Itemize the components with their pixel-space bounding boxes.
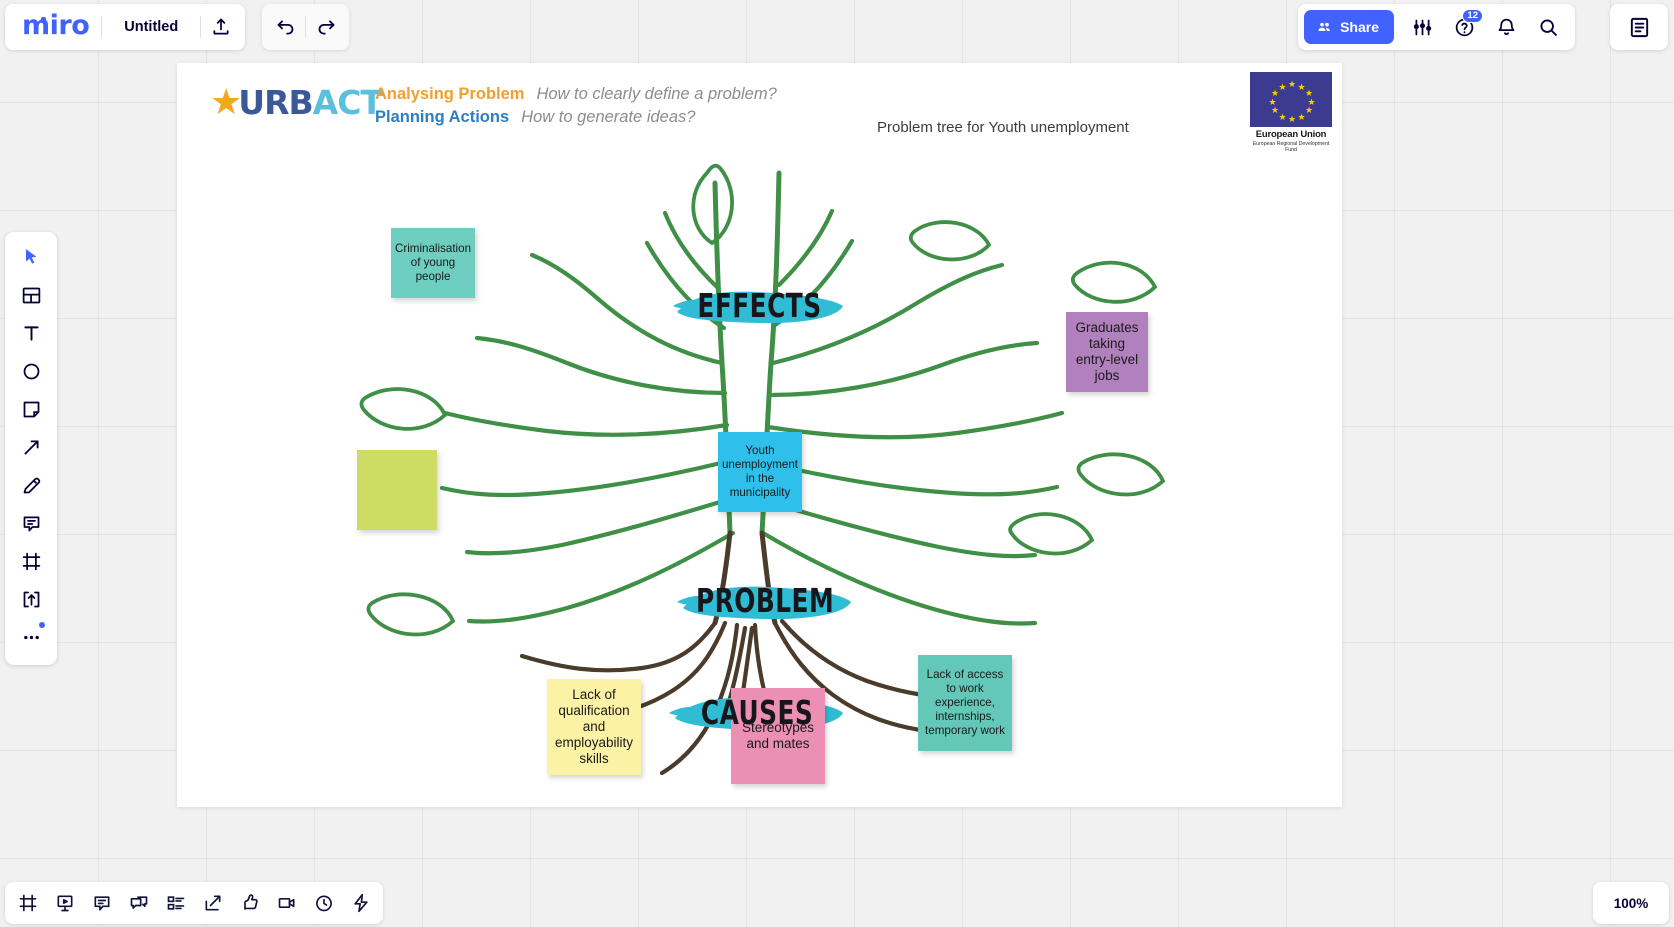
upload-icon bbox=[213, 18, 229, 35]
timer-button[interactable] bbox=[305, 886, 342, 920]
presentation-icon bbox=[57, 895, 72, 912]
upload-tool[interactable] bbox=[11, 581, 51, 617]
sticky-text: Criminalisation of young people bbox=[394, 242, 472, 283]
frame-tool[interactable] bbox=[11, 543, 51, 579]
document-panel-icon bbox=[1630, 17, 1648, 37]
redo-button[interactable] bbox=[306, 7, 346, 47]
connector-tool[interactable] bbox=[11, 429, 51, 465]
effects-label[interactable]: EFFECTS bbox=[671, 282, 847, 330]
cursor-icon bbox=[26, 249, 37, 264]
share-label: Share bbox=[1340, 19, 1379, 35]
apps-button[interactable] bbox=[342, 886, 379, 920]
chat-button[interactable] bbox=[120, 886, 157, 920]
undo-button[interactable] bbox=[265, 7, 305, 47]
help-button[interactable]: 12 bbox=[1444, 7, 1484, 47]
lightning-bolt-icon bbox=[353, 893, 368, 913]
arrow-icon bbox=[23, 439, 39, 455]
left-toolbar bbox=[5, 232, 57, 665]
comments-panel-button[interactable] bbox=[83, 886, 120, 920]
export-icon bbox=[205, 895, 220, 911]
search-icon bbox=[1539, 18, 1557, 36]
sticky-youth-unemployment[interactable]: Youth unemployment in the municipality bbox=[718, 432, 802, 512]
sticky-text: Graduates taking entry-level jobs bbox=[1075, 319, 1139, 384]
sticky-note-tool[interactable] bbox=[11, 391, 51, 427]
problem-label-text: PROBLEM bbox=[695, 582, 835, 620]
circle-shape-icon bbox=[23, 363, 39, 379]
pen-tool[interactable] bbox=[11, 467, 51, 503]
frames-icon bbox=[19, 894, 36, 912]
presentation-button[interactable] bbox=[46, 886, 83, 920]
miro-logo[interactable]: miro bbox=[9, 12, 101, 43]
text-tool[interactable] bbox=[11, 315, 51, 351]
list-icon bbox=[167, 896, 184, 910]
bell-icon bbox=[1498, 18, 1514, 35]
topbar-undo-redo bbox=[262, 4, 349, 50]
sliders-icon bbox=[1413, 19, 1431, 35]
board-frame[interactable]: ★ URB ACT Analysing Problem How to clear… bbox=[177, 63, 1342, 807]
sticky-text: Youth unemployment in the municipality bbox=[721, 444, 799, 499]
comment-bubble-icon bbox=[94, 896, 109, 911]
pen-icon bbox=[23, 477, 40, 493]
export-button[interactable] bbox=[194, 886, 231, 920]
sticky-criminalisation[interactable]: Criminalisation of young people bbox=[391, 228, 475, 298]
undo-icon bbox=[277, 19, 293, 35]
video-camera-icon bbox=[278, 898, 294, 908]
document-title[interactable]: Untitled bbox=[102, 19, 200, 35]
help-badge: 12 bbox=[1462, 9, 1483, 23]
zoom-level-indicator[interactable]: 100% bbox=[1593, 882, 1669, 924]
notifications-button[interactable] bbox=[1486, 7, 1526, 47]
templates-tool[interactable] bbox=[11, 277, 51, 313]
settings-button[interactable] bbox=[1402, 7, 1442, 47]
templates-icon bbox=[22, 287, 40, 303]
sticky-text: Lack of qualification and employability … bbox=[554, 686, 634, 767]
search-button[interactable] bbox=[1528, 7, 1568, 47]
sticky-lack-qualification[interactable]: Lack of qualification and employability … bbox=[547, 679, 641, 775]
people-icon bbox=[1318, 22, 1330, 31]
panel-toggle-button[interactable] bbox=[1610, 4, 1668, 50]
chat-icon bbox=[130, 896, 147, 909]
sticky-text: Lack of access to work experience, inter… bbox=[925, 668, 1005, 737]
cursor-select-tool[interactable] bbox=[11, 239, 51, 275]
sticky-note-icon bbox=[23, 401, 39, 417]
miro-logo-text: miro bbox=[22, 9, 90, 41]
upload-button[interactable] bbox=[201, 7, 241, 47]
text-icon bbox=[23, 325, 39, 341]
topbar-right: Share 12 bbox=[1298, 4, 1575, 50]
miro-board-app: miro Untitled Share 12 100% ★ URB ACT An… bbox=[0, 0, 1674, 927]
comment-tool[interactable] bbox=[11, 505, 51, 541]
shapes-tool[interactable] bbox=[11, 353, 51, 389]
comment-icon bbox=[23, 516, 39, 531]
more-tools-indicator-dot bbox=[39, 622, 45, 628]
reactions-button[interactable] bbox=[231, 886, 268, 920]
upload-box-icon bbox=[23, 591, 39, 607]
more-dots-icon bbox=[23, 635, 39, 639]
sticky-graduates[interactable]: Graduates taking entry-level jobs bbox=[1066, 312, 1148, 392]
more-tools[interactable] bbox=[11, 619, 51, 655]
thumbs-up-icon bbox=[243, 894, 258, 910]
bottom-toolbar bbox=[5, 882, 383, 924]
video-chat-button[interactable] bbox=[268, 886, 305, 920]
topbar-left: miro Untitled bbox=[5, 4, 246, 50]
problem-label[interactable]: PROBLEM bbox=[675, 576, 855, 626]
timer-icon bbox=[315, 895, 332, 912]
redo-icon bbox=[318, 19, 334, 35]
miro-logo-dot bbox=[41, 16, 46, 21]
effects-label-text: EFFECTS bbox=[696, 287, 822, 325]
sticky-lack-access[interactable]: Lack of access to work experience, inter… bbox=[918, 655, 1012, 751]
share-button[interactable]: Share bbox=[1304, 10, 1394, 44]
frames-panel-button[interactable] bbox=[9, 886, 46, 920]
sticky-empty-olive[interactable] bbox=[357, 450, 437, 530]
causes-label-text: CAUSES bbox=[700, 694, 814, 732]
frame-icon bbox=[22, 552, 40, 570]
tasks-panel-button[interactable] bbox=[157, 886, 194, 920]
